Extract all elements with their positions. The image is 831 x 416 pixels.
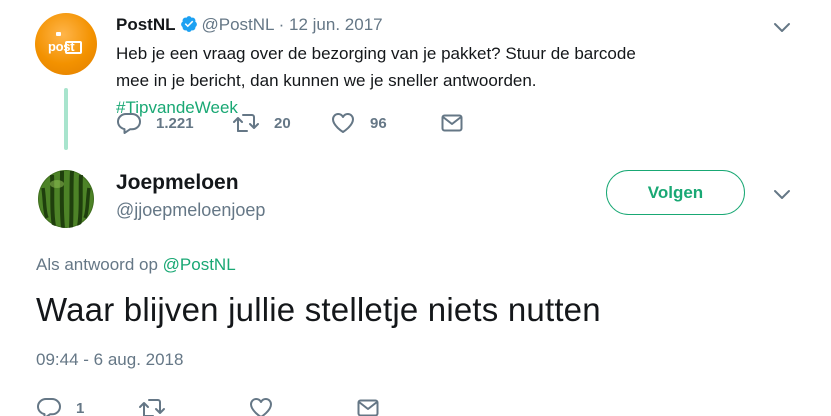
verified-badge-icon xyxy=(180,15,198,39)
reply-timestamp[interactable]: 09:44 - 6 aug. 2018 xyxy=(36,349,183,371)
parent-tweet-body: Heb je een vraag over de bezorging van j… xyxy=(116,44,636,90)
heart-icon xyxy=(330,111,356,135)
dm-button[interactable] xyxy=(356,397,380,416)
parent-tweet-text: Heb je een vraag over de bezorging van j… xyxy=(116,40,656,121)
reply-count: 1.221 xyxy=(156,114,194,132)
reply-button[interactable]: 1.221 xyxy=(116,111,232,135)
like-count: 96 xyxy=(370,114,387,132)
chevron-down-icon[interactable] xyxy=(771,183,793,205)
like-button[interactable]: 96 xyxy=(330,111,440,135)
retweet-icon xyxy=(232,111,260,135)
parent-tweet-date[interactable]: 12 jun. 2017 xyxy=(289,15,383,34)
retweet-count: 20 xyxy=(274,114,291,132)
retweet-button[interactable]: 20 xyxy=(232,111,330,135)
retweet-button[interactable] xyxy=(138,396,248,416)
logo-box-shape xyxy=(65,41,82,54)
thread-line xyxy=(64,88,68,150)
in-reply-to: Als antwoord op @PostNL xyxy=(36,254,236,276)
parent-tweet-header: PostNL @PostNL · 12 jun. 2017 xyxy=(116,14,383,39)
follow-button[interactable]: Volgen xyxy=(606,170,745,215)
reply-icon xyxy=(36,396,62,416)
postnl-avatar[interactable]: post xyxy=(35,13,97,75)
envelope-icon xyxy=(440,112,464,134)
parent-tweet-actions: 1.221 20 96 xyxy=(116,111,464,135)
in-reply-prefix: Als antwoord op xyxy=(36,255,158,274)
dm-button[interactable] xyxy=(440,112,464,134)
parent-tweet[interactable]: post PostNL @PostNL · 12 jun. 2017 Heb je… xyxy=(0,0,831,150)
header-separator: · xyxy=(278,15,285,34)
chevron-down-icon[interactable] xyxy=(771,16,793,38)
heart-icon xyxy=(248,396,274,416)
parent-author-name[interactable]: PostNL xyxy=(116,15,176,34)
reply-tweet-actions: 1 xyxy=(36,396,380,416)
reply-button[interactable]: 1 xyxy=(36,396,138,416)
reply-author-handle[interactable]: @jjoepmeloenjoep xyxy=(116,198,265,222)
watermelon-avatar-image xyxy=(35,166,97,228)
envelope-icon xyxy=(356,397,380,416)
retweet-icon xyxy=(138,396,166,416)
logo-crown-shape xyxy=(56,32,61,36)
reply-icon xyxy=(116,111,142,135)
reply-tweet-text: Waar blijven jullie stelletje niets nutt… xyxy=(36,291,601,328)
in-reply-mention-link[interactable]: @PostNL xyxy=(163,255,236,274)
joepmeloen-avatar[interactable] xyxy=(35,166,97,228)
reply-author-name[interactable]: Joepmeloen xyxy=(116,170,239,196)
reply-count: 1 xyxy=(76,399,85,416)
parent-author-handle[interactable]: @PostNL xyxy=(202,15,274,34)
like-button[interactable] xyxy=(248,396,356,416)
